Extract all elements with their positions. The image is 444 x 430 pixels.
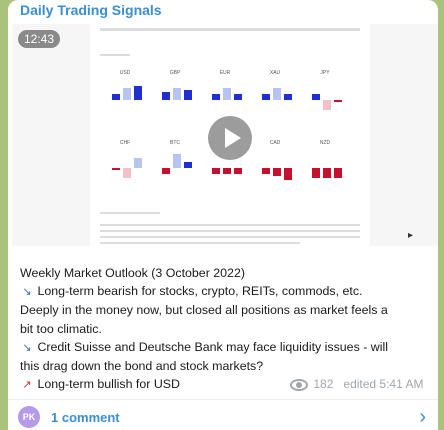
- edited-time: edited 5:41 AM: [343, 377, 424, 391]
- strength-bar: [312, 168, 320, 178]
- currency-label: CAD: [269, 140, 281, 146]
- strength-bar: [262, 94, 270, 100]
- strength-bar: [112, 94, 120, 100]
- currency-label: USD: [119, 70, 131, 76]
- strength-bar: [262, 168, 270, 174]
- chart-decreasing-icon: ↘: [22, 341, 32, 354]
- header-line: [100, 28, 360, 31]
- strength-bar: [162, 168, 170, 174]
- comments-link[interactable]: 1 comment: [51, 410, 120, 425]
- strength-bar: [223, 88, 231, 100]
- view-count: 182: [313, 377, 334, 391]
- caption-line: Long-term bullish for USD: [37, 377, 180, 392]
- currency-label: EUR: [219, 70, 231, 76]
- strength-bar: [334, 100, 342, 102]
- caption-line: Credit Suisse and Deutsche Bank may face…: [37, 339, 388, 354]
- video-thumbnail[interactable]: USD GBP EUR XAU JPY CHF BTC CAD NZD 12:4…: [12, 24, 438, 246]
- currency-label: BTC: [170, 140, 180, 146]
- message-bubble: Daily Trading Signals USD GBP EUR XAU JP…: [8, 0, 438, 430]
- currency-label: CHF: [119, 140, 131, 146]
- body-line: [100, 236, 360, 238]
- body-line: [100, 212, 160, 214]
- chart-decreasing-icon: ↘: [22, 286, 32, 299]
- cursor-icon: ▸: [408, 230, 414, 241]
- strength-bar: [323, 168, 331, 178]
- channel-name[interactable]: Daily Trading Signals: [20, 2, 162, 18]
- strength-bar: [134, 86, 142, 100]
- eye-icon: [290, 378, 308, 391]
- strength-bar: [284, 168, 292, 180]
- strength-bar: [234, 94, 242, 100]
- caption-line: Long-term bearish for stocks, crypto, RE…: [37, 284, 363, 299]
- strength-bar: [223, 168, 231, 174]
- strength-bar: [173, 154, 181, 168]
- message-meta: 182 edited 5:41 AM: [290, 377, 423, 391]
- chart-increasing-icon: ↗: [22, 379, 32, 392]
- strength-bar: [212, 94, 220, 100]
- strength-bar: [312, 94, 320, 100]
- strength-bar: [112, 168, 120, 170]
- currency-label: GBP: [169, 70, 181, 76]
- caption-line: Weekly Market Outlook (3 October 2022): [20, 266, 245, 280]
- avatar[interactable]: PK: [18, 406, 40, 428]
- strength-bar: [184, 90, 192, 100]
- header-line: [100, 54, 130, 56]
- strength-bar: [334, 168, 342, 178]
- strength-bar: [134, 158, 142, 168]
- body-line: [100, 242, 300, 244]
- strength-bar: [162, 92, 170, 100]
- caption-line: this drag down the bond and stock market…: [20, 359, 264, 374]
- strength-bar: [323, 100, 331, 110]
- strength-bar: [123, 88, 131, 100]
- body-line: [100, 230, 360, 232]
- strength-bar: [123, 168, 131, 178]
- strength-bar: [212, 168, 220, 174]
- video-duration-badge: 12:43: [18, 30, 61, 48]
- body-line: [100, 224, 360, 226]
- currency-label: NZD: [319, 140, 331, 146]
- currency-label: XAU: [269, 70, 281, 76]
- caption-line: bit too climatic.: [20, 321, 102, 336]
- strength-bar: [273, 88, 281, 100]
- strength-bar: [284, 94, 292, 100]
- divider: [8, 399, 438, 400]
- strength-bar: [173, 88, 181, 100]
- strength-bar: [273, 168, 281, 176]
- play-icon[interactable]: [208, 116, 252, 160]
- message-text: Weekly Market Outlook (3 October 2022) ↘…: [20, 264, 426, 394]
- caption-line: Deeply in the money now, but closed all …: [20, 303, 388, 318]
- currency-label: JPY: [320, 70, 330, 76]
- chevron-right-icon[interactable]: ›: [419, 406, 426, 429]
- strength-bar: [184, 162, 192, 168]
- strength-bar: [234, 168, 242, 174]
